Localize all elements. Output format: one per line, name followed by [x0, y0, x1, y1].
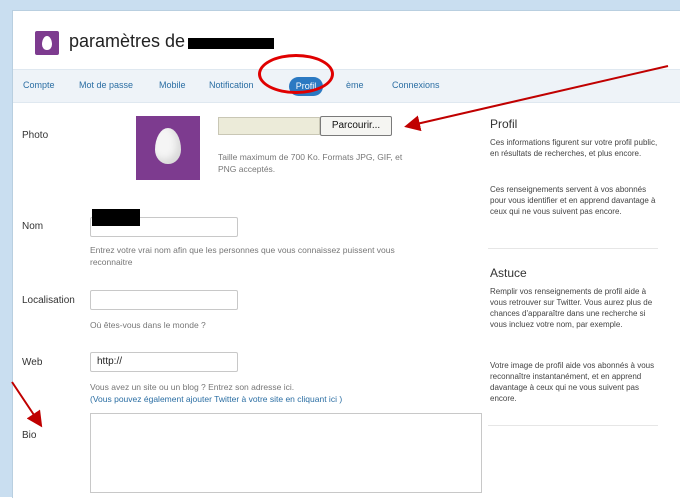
arrow-to-browse	[404, 65, 669, 132]
annotation-arrows	[11, 65, 669, 428]
arrow-to-bio	[11, 381, 43, 428]
